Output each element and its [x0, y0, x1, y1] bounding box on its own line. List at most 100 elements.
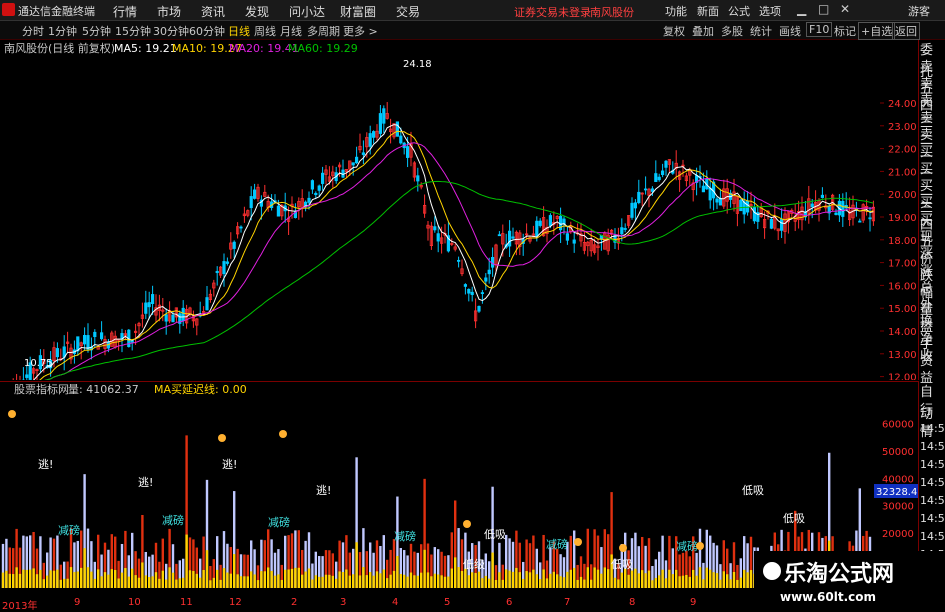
ma60-label: MA60: 19.29 [288, 42, 358, 55]
login-warning[interactable]: 证券交易未登录 [514, 4, 591, 20]
volume-bar-overlay [178, 578, 181, 588]
candle-body [565, 233, 570, 241]
volume-bar-overlay [161, 570, 164, 588]
volume-bar-overlay [596, 569, 600, 588]
volume-bar-overlay [246, 576, 249, 588]
volume-bar-overlay [158, 578, 161, 588]
candle-body [718, 197, 723, 206]
menu-hangqing[interactable]: 行情 [113, 3, 137, 20]
volume-bar-overlay [49, 570, 52, 588]
signal-marker-icon [279, 430, 287, 438]
back-button[interactable]: 返回 [892, 22, 920, 40]
candle-body [456, 259, 461, 262]
candle-body [100, 332, 104, 340]
maximize-icon[interactable]: □ [818, 2, 829, 16]
candle-body [395, 121, 400, 137]
period-multi[interactable]: 多周期 [307, 23, 340, 39]
period-1min[interactable]: 1分钟 [48, 23, 77, 39]
period-fenshi[interactable]: 分时 [22, 23, 44, 39]
menu-zixun[interactable]: 资讯 [201, 3, 225, 20]
period-daily[interactable]: 日线 [228, 23, 250, 39]
add-watchlist-button[interactable]: +自选 [858, 22, 896, 40]
volume-bar-overlay [709, 569, 712, 588]
watermark-url: www.60lt.com [780, 590, 876, 604]
candle-body [841, 200, 845, 217]
date-label: 4 [392, 597, 399, 608]
volume-bar-overlay [705, 567, 708, 588]
period-monthly[interactable]: 月线 [280, 23, 302, 39]
volume-bar-overlay [348, 575, 351, 588]
fuquan-button[interactable]: 复权 [663, 23, 685, 39]
volume-bar-overlay [719, 579, 722, 588]
candle-body [623, 228, 627, 230]
period-weekly[interactable]: 周线 [254, 23, 276, 39]
volume-bar-overlay [467, 575, 470, 588]
candle-body [739, 199, 743, 212]
quote-field-18[interactable]: 收益 [920, 346, 945, 386]
volume-bar-overlay [270, 570, 273, 588]
menu-xinmian[interactable]: 新面 [697, 3, 719, 19]
volume-bar-overlay [664, 578, 668, 588]
draw-line-button[interactable]: 画线 [779, 23, 801, 39]
candle-body [368, 133, 372, 147]
close-icon[interactable]: ✕ [840, 2, 850, 16]
volume-bar-overlay [668, 569, 671, 588]
volume-bar-overlay [535, 574, 538, 588]
period-5min[interactable]: 5分钟 [82, 23, 111, 39]
volume-bar-overlay [100, 576, 103, 588]
menu-gongneng[interactable]: 功能 [665, 3, 687, 19]
signal-marker-icon [8, 410, 16, 418]
kline-chart[interactable]: 南风股份(日线 前复权) MA5: 19.21 MA10: 19.27 MA20… [0, 40, 919, 408]
stock-name: 南风股份 [590, 6, 634, 19]
signal-marker-icon [463, 520, 471, 528]
menu-faxian[interactable]: 发现 [245, 3, 269, 20]
volume-bar-overlay [287, 569, 290, 588]
volume-bar-overlay [110, 569, 113, 588]
stats-button[interactable]: 统计 [750, 23, 772, 39]
volume-bar-overlay [620, 572, 623, 588]
overlay-button[interactable]: 叠加 [692, 23, 714, 39]
candle-body [205, 297, 209, 311]
volume-bar-overlay [569, 569, 572, 588]
volume-bar-overlay [22, 569, 25, 588]
volume-bar-overlay [579, 576, 583, 588]
period-15min[interactable]: 15分钟 [115, 23, 151, 39]
candle-body [171, 314, 175, 323]
menu-gongshi[interactable]: 公式 [728, 3, 750, 19]
menu-xuanxiang[interactable]: 选项 [759, 3, 781, 19]
menu-jiaoyi[interactable]: 交易 [396, 3, 420, 20]
volume-bar-overlay [590, 579, 593, 588]
volume-bar-overlay [369, 572, 372, 588]
volume-bar-overlay [185, 534, 188, 588]
candle-body [239, 226, 243, 229]
volume-bar-overlay [277, 574, 280, 588]
period-60min[interactable]: 60分钟 [189, 23, 225, 39]
menu-wenxiaoda[interactable]: 问小达 [289, 3, 325, 20]
volume-bar-overlay [409, 572, 413, 588]
menu-shichang[interactable]: 市场 [157, 3, 181, 20]
price-tick: 22.00 [888, 145, 917, 156]
guest-label[interactable]: 游客 [908, 3, 930, 19]
period-30min[interactable]: 30分钟 [153, 23, 189, 39]
volume-bar-overlay [450, 568, 453, 588]
volume-bar-overlay [607, 569, 610, 588]
volume-bar-overlay [294, 567, 297, 588]
volume-bar-overlay [256, 580, 260, 588]
period-more[interactable]: 更多 > [343, 23, 378, 39]
signal-marker-icon [696, 542, 704, 550]
volume-bar-overlay [15, 567, 18, 588]
volume-bar-overlay [318, 576, 321, 588]
volume-bar-overlay [137, 577, 141, 588]
candle-body [351, 162, 355, 166]
volume-bar-overlay [542, 569, 545, 588]
volume-bar-overlay [678, 576, 681, 588]
menu-caifuquan[interactable]: 财富圈 [340, 3, 376, 20]
f10-button[interactable]: F10 [806, 22, 833, 37]
mark-button[interactable]: 标记 [834, 23, 856, 39]
minimize-icon[interactable]: ▁ [797, 2, 806, 16]
kline-canvas[interactable]: 南风股份(日线 前复权) MA5: 19.21 MA10: 19.27 MA20… [0, 40, 918, 408]
multi-stock-button[interactable]: 多股 [721, 23, 743, 39]
volume-bar-overlay [386, 578, 389, 588]
candle-body [497, 234, 502, 237]
volume-bar-overlay [675, 569, 678, 588]
